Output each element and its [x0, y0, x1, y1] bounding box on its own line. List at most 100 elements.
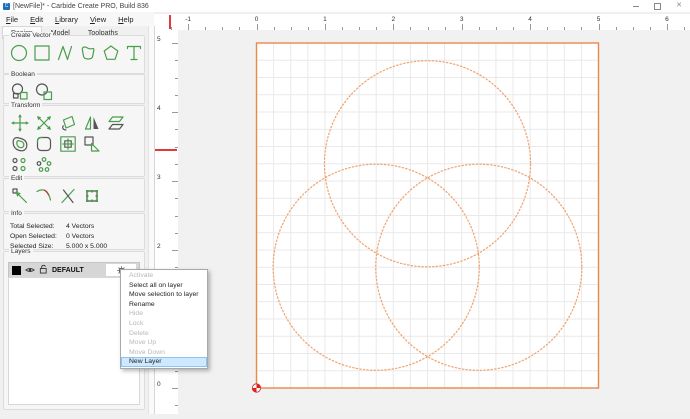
design-canvas[interactable] [178, 30, 690, 414]
polygon-tool-icon [101, 43, 121, 63]
polygon-tool[interactable] [101, 43, 121, 63]
close-path-tool[interactable] [81, 186, 102, 206]
ruler-label: 2 [157, 243, 161, 250]
menu-item-move-down[interactable]: Move Down [121, 348, 207, 358]
node-edit-tool-icon [10, 186, 30, 206]
menu-file[interactable]: File [0, 15, 24, 24]
origin-marker [252, 384, 260, 392]
shear-tool-icon [106, 113, 126, 133]
menu-item-move-up[interactable]: Move Up [121, 338, 207, 348]
info-row-label: Open Selected: [10, 232, 66, 242]
circular-array-tool-icon [34, 155, 54, 175]
layers-label: Layers [9, 248, 33, 256]
move-tool[interactable] [9, 113, 30, 133]
boolean-label: Boolean [9, 71, 37, 79]
node-edit-tool[interactable] [9, 186, 30, 206]
boolean-subtract-tool-icon [34, 82, 54, 102]
offset-tool-icon [10, 134, 30, 154]
minimize-button[interactable] [633, 6, 639, 7]
edit-label: Edit [9, 175, 24, 183]
edit-group: Edit [3, 178, 145, 212]
ruler-horizontal: -10123456 [154, 14, 690, 31]
boolean-group: Boolean [3, 74, 145, 104]
menu-view[interactable]: View [84, 15, 112, 24]
scale-tool-icon [34, 113, 54, 133]
align-tool-icon [58, 134, 78, 154]
title-bar: C [NewFile]* - Carbide Create PRO, Build… [0, 0, 690, 12]
menu-item-hide[interactable]: Hide [121, 309, 207, 319]
grid-lines [257, 43, 599, 388]
rotate-tool[interactable] [57, 113, 78, 133]
menu-item-lock[interactable]: Lock [121, 319, 207, 329]
flip-tool[interactable] [81, 113, 102, 133]
ruler-label: 4 [520, 16, 540, 23]
boolean-union-tool[interactable] [9, 82, 30, 102]
split-tool-icon [58, 186, 78, 206]
ruler-label: 5 [589, 16, 609, 23]
boolean-subtract-tool[interactable] [33, 82, 54, 102]
ruler-label: 0 [157, 381, 161, 388]
canvas-svg [178, 30, 690, 414]
maximize-button[interactable] [654, 3, 661, 10]
ruler-label: 0 [247, 16, 267, 23]
menu-item-move-selection-to-layer[interactable]: Move selection to layer [121, 290, 207, 300]
menu-edit[interactable]: Edit [24, 15, 49, 24]
circle-tool[interactable] [9, 43, 29, 63]
info-row: Total Selected:4 Vectors [10, 222, 138, 232]
text-tool-icon [124, 43, 144, 63]
menu-help[interactable]: Help [112, 15, 139, 24]
text-tool[interactable] [124, 43, 144, 63]
rotate-tool-icon [58, 113, 78, 133]
ruler-cursor-indicator-y [155, 149, 177, 151]
trim-tool[interactable] [33, 186, 54, 206]
curve-tool-icon [78, 43, 98, 63]
ruler-label: 1 [315, 16, 335, 23]
menu-bar: FileEditLibraryViewHelp [0, 12, 154, 26]
grid-array-tool[interactable] [9, 155, 30, 175]
ruler-label: 3 [157, 174, 161, 181]
app-icon: C [3, 3, 10, 10]
circle-tool-icon [9, 43, 29, 63]
rectangle-tool[interactable] [32, 43, 52, 63]
ruler-label: -1 [178, 16, 198, 23]
layer-color-swatch[interactable] [12, 266, 21, 275]
create-vector-group: Create Vector [3, 35, 145, 74]
menu-item-new-layer[interactable]: New Layer [121, 357, 207, 367]
shear-tool[interactable] [105, 113, 126, 133]
transform-label: Transform [9, 102, 42, 110]
move-tool-icon [10, 113, 30, 133]
rectangle-tool-icon [32, 43, 52, 63]
offset-tool[interactable] [9, 134, 30, 154]
menu-item-select-all-on-layer[interactable]: Select all on layer [121, 281, 207, 291]
grid-array-tool-icon [10, 155, 30, 175]
create-vector-label: Create Vector [9, 32, 53, 40]
close-button[interactable]: ✕ [676, 0, 682, 12]
curve-tool[interactable] [78, 43, 98, 63]
circular-array-tool[interactable] [33, 155, 54, 175]
info-label: Info [9, 210, 24, 218]
scale-prop-tool-icon [82, 134, 102, 154]
menu-item-rename[interactable]: Rename [121, 300, 207, 310]
scale-prop-tool[interactable] [81, 134, 102, 154]
scale-tool[interactable] [33, 113, 54, 133]
polyline-tool[interactable] [55, 43, 75, 63]
fillet-tool-icon [34, 134, 54, 154]
boolean-union-tool-icon [10, 82, 30, 102]
fillet-tool[interactable] [33, 134, 54, 154]
info-row-value: 4 Vectors [66, 222, 94, 232]
menu-library[interactable]: Library [49, 15, 84, 24]
close-path-tool-icon [82, 186, 102, 206]
menu-item-delete[interactable]: Delete [121, 329, 207, 339]
align-tool[interactable] [57, 134, 78, 154]
flip-tool-icon [82, 113, 102, 133]
layer-context-menu: ActivateSelect all on layerMove selectio… [120, 269, 208, 369]
info-group: Info Total Selected:4 VectorsOpen Select… [3, 213, 145, 250]
ruler-cursor-indicator-x [169, 15, 171, 29]
layer-name: DEFAULT [52, 267, 84, 274]
ruler-label: 5 [157, 36, 161, 43]
transform-group: Transform [3, 105, 145, 177]
window-title: [NewFile]* - Carbide Create PRO, Build 8… [13, 3, 149, 10]
split-tool[interactable] [57, 186, 78, 206]
menu-item-activate[interactable]: Activate [121, 271, 207, 281]
ruler-label: 6 [657, 16, 677, 23]
